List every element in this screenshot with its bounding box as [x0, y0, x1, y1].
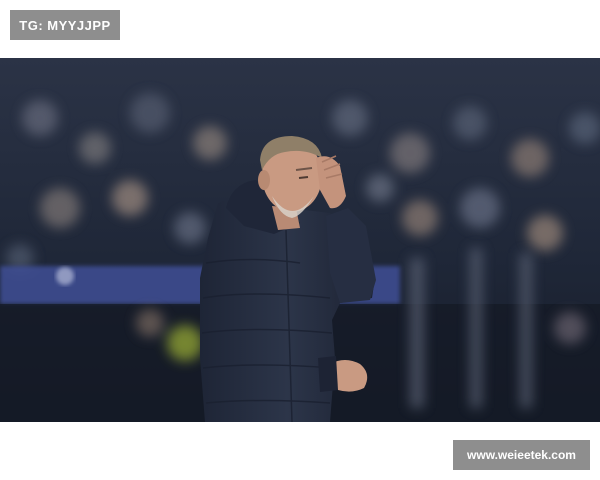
- photo-illustration: [0, 58, 600, 422]
- watermark-tag-text: TG: MYYJJPP: [19, 17, 111, 33]
- watermark-url-badge: www.weieetek.com: [453, 440, 590, 470]
- photo: [0, 58, 600, 422]
- watermark-tag-badge: TG: MYYJJPP: [10, 10, 120, 40]
- watermark-url-text: www.weieetek.com: [467, 448, 576, 462]
